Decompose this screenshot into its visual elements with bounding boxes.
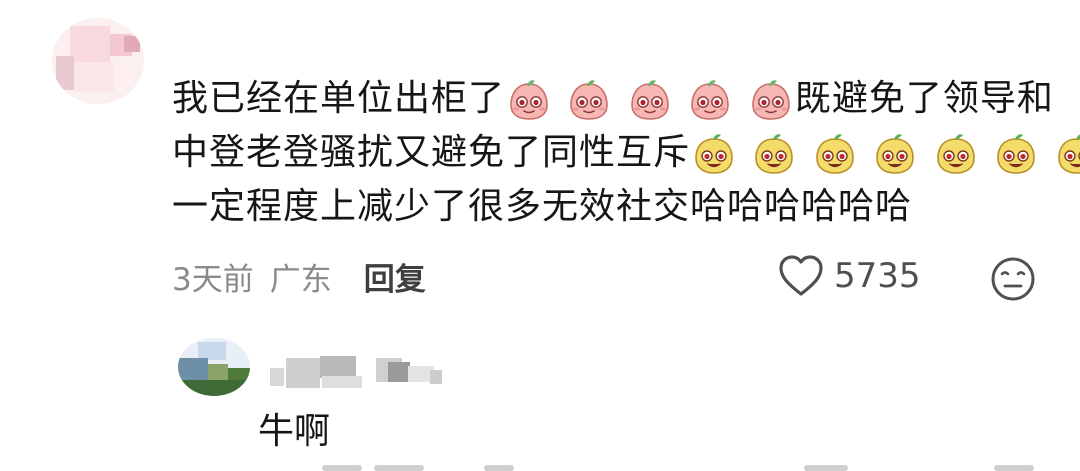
comment-time: 3天前 [172, 262, 254, 298]
neutral-face-icon[interactable] [990, 256, 1036, 302]
comment-line-text: 我已经在单位出柜了 [172, 78, 506, 119]
emoji-group [505, 72, 795, 126]
pink-peach-emoji [628, 78, 672, 122]
reply-avatar[interactable] [178, 338, 250, 396]
yellow-face-emoji [873, 132, 917, 176]
yellow-face-emoji [1055, 132, 1080, 176]
heart-icon [779, 255, 823, 296]
reply-username-blurred[interactable] [270, 350, 450, 390]
comment-text: 我已经在单位出柜了 既避免了领导和 中登老登骚扰又避免了同性互斥 一定程度上减少… [172, 72, 1080, 234]
pink-peach-emoji [688, 78, 732, 122]
yellow-face-emoji [752, 132, 796, 176]
yellow-face-emoji [813, 132, 857, 176]
comment-line-text: 一定程度上减少了很多无效社交哈哈哈哈哈哈 [172, 186, 913, 227]
reply-text: 牛啊 [258, 411, 331, 452]
comment-line-2: 中登老登骚扰又避免了同性互斥 [172, 126, 1080, 180]
yellow-face-emoji [934, 132, 978, 176]
like-button[interactable]: 5735 [778, 254, 921, 298]
comment-line-text: 中登老登骚扰又避免了同性互斥 [172, 132, 691, 173]
pink-peach-emoji [749, 78, 793, 122]
yellow-face-emoji [994, 132, 1038, 176]
pink-peach-emoji [567, 78, 611, 122]
avatar[interactable] [52, 18, 144, 104]
reply-button[interactable]: 回复 [364, 254, 426, 299]
next-row-cutoff [0, 462, 1080, 471]
comment-location: 广东 [269, 262, 332, 298]
emoji-group [690, 126, 1080, 180]
comment-line-text: 既避免了领导和 [794, 78, 1054, 119]
comment-meta: 3天前 广东 回复 [172, 254, 426, 299]
yellow-face-emoji [692, 132, 736, 176]
comment-line-3: 一定程度上减少了很多无效社交哈哈哈哈哈哈 [172, 180, 1032, 234]
comment-line-1: 我已经在单位出柜了 既避免了领导和 [172, 72, 1053, 126]
pink-peach-emoji [507, 78, 551, 122]
like-count: 5735 [834, 256, 921, 296]
